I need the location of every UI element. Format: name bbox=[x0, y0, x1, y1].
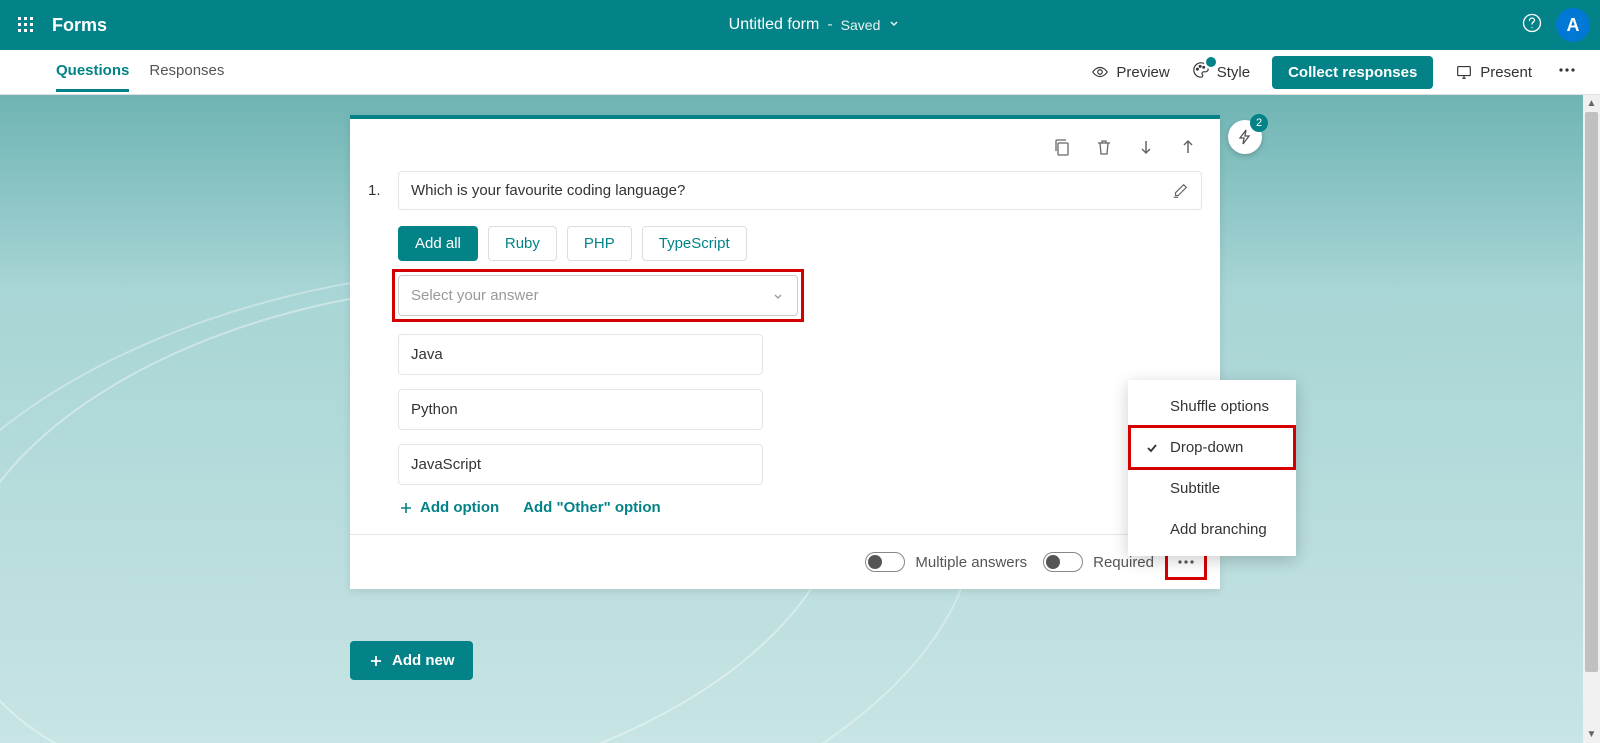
subbar-actions: Preview Style Collect responses Present bbox=[1091, 56, 1580, 89]
suggestions-count-badge: 2 bbox=[1250, 114, 1268, 132]
menu-subtitle[interactable]: Subtitle bbox=[1128, 468, 1296, 509]
add-option-row: Add option Add "Other" option bbox=[398, 499, 1202, 516]
add-other-link[interactable]: Add "Other" option bbox=[523, 499, 661, 516]
preview-action[interactable]: Preview bbox=[1091, 63, 1169, 81]
tab-questions[interactable]: Questions bbox=[56, 52, 129, 92]
context-menu: Shuffle options Drop-down Subtitle Add b… bbox=[1128, 380, 1296, 556]
multiple-answers-label: Multiple answers bbox=[915, 554, 1027, 571]
preview-label: Preview bbox=[1116, 64, 1169, 81]
question-number: 1. bbox=[368, 182, 384, 199]
eye-icon bbox=[1091, 63, 1109, 81]
suggestions-button[interactable]: 2 bbox=[1228, 120, 1262, 154]
add-all-button[interactable]: Add all bbox=[398, 226, 478, 261]
top-bar: Forms Untitled form - Saved A bbox=[0, 0, 1600, 50]
add-new-button[interactable]: Add new bbox=[350, 641, 473, 680]
scroll-thumb[interactable] bbox=[1585, 112, 1598, 672]
app-name[interactable]: Forms bbox=[52, 15, 107, 36]
answer-placeholder: Select your answer bbox=[411, 287, 539, 304]
option-input[interactable]: Python bbox=[398, 389, 763, 430]
edit-icon[interactable] bbox=[1171, 182, 1189, 204]
menu-item-label: Add branching bbox=[1170, 521, 1267, 538]
plus-icon bbox=[398, 500, 414, 516]
avatar[interactable]: A bbox=[1556, 8, 1590, 42]
style-notification-badge bbox=[1204, 55, 1218, 69]
option-input[interactable]: JavaScript bbox=[398, 444, 763, 485]
sub-tabs: Questions Responses bbox=[56, 52, 224, 92]
suggestion-pill[interactable]: TypeScript bbox=[642, 226, 747, 261]
separator: - bbox=[827, 16, 832, 34]
menu-item-label: Drop-down bbox=[1170, 439, 1243, 456]
app-launcher-icon[interactable] bbox=[10, 9, 42, 41]
copy-icon[interactable] bbox=[1052, 137, 1072, 157]
add-new-label: Add new bbox=[392, 652, 455, 669]
question-text-input[interactable]: Which is your favourite coding language? bbox=[398, 171, 1202, 210]
suggestion-pill[interactable]: Ruby bbox=[488, 226, 557, 261]
question-text: Which is your favourite coding language? bbox=[411, 182, 685, 199]
present-action[interactable]: Present bbox=[1455, 63, 1532, 81]
add-other-label: Add "Other" option bbox=[523, 499, 661, 516]
check-icon bbox=[1144, 441, 1160, 455]
menu-item-label: Subtitle bbox=[1170, 480, 1220, 497]
form-title[interactable]: Untitled form bbox=[729, 16, 820, 34]
multiple-answers-toggle[interactable]: Multiple answers bbox=[865, 552, 1027, 572]
style-label: Style bbox=[1217, 64, 1250, 81]
add-option-label: Add option bbox=[420, 499, 499, 516]
vertical-scrollbar[interactable]: ▲ ▼ bbox=[1583, 95, 1600, 743]
delete-icon[interactable] bbox=[1094, 137, 1114, 157]
move-down-icon[interactable] bbox=[1136, 137, 1156, 157]
save-status: Saved bbox=[841, 17, 881, 33]
scroll-down-icon[interactable]: ▼ bbox=[1583, 726, 1600, 743]
question-toolbar bbox=[368, 129, 1202, 171]
title-area: Untitled form - Saved bbox=[107, 16, 1522, 34]
chevron-down-icon[interactable] bbox=[888, 16, 900, 34]
menu-add-branching[interactable]: Add branching bbox=[1128, 509, 1296, 550]
scroll-up-icon[interactable]: ▲ bbox=[1583, 95, 1600, 112]
option-input[interactable]: Java bbox=[398, 334, 763, 375]
move-up-icon[interactable] bbox=[1178, 137, 1198, 157]
present-icon bbox=[1455, 63, 1473, 81]
required-label: Required bbox=[1093, 554, 1154, 571]
collect-responses-button[interactable]: Collect responses bbox=[1272, 56, 1433, 89]
question-row: 1. Which is your favourite coding langua… bbox=[368, 171, 1202, 210]
plus-icon bbox=[368, 653, 384, 669]
suggestion-pill[interactable]: PHP bbox=[567, 226, 632, 261]
present-label: Present bbox=[1480, 64, 1532, 81]
answer-dropdown[interactable]: Select your answer bbox=[398, 275, 798, 316]
question-footer: Multiple answers Required bbox=[350, 534, 1220, 589]
tab-responses[interactable]: Responses bbox=[149, 52, 224, 92]
question-card[interactable]: 1. Which is your favourite coding langua… bbox=[350, 115, 1220, 516]
more-icon[interactable] bbox=[1554, 57, 1580, 88]
style-action[interactable]: Style bbox=[1192, 61, 1250, 83]
chevron-down-icon bbox=[771, 289, 785, 303]
sub-toolbar: Questions Responses Preview Style Collec… bbox=[0, 50, 1600, 95]
help-icon[interactable] bbox=[1522, 13, 1542, 38]
suggestion-row: Add all Ruby PHP TypeScript bbox=[398, 226, 1202, 261]
menu-item-label: Shuffle options bbox=[1170, 398, 1269, 415]
menu-dropdown[interactable]: Drop-down bbox=[1128, 427, 1296, 468]
topbar-right: A bbox=[1522, 8, 1590, 42]
form-card: 1. Which is your favourite coding langua… bbox=[350, 115, 1220, 589]
add-option-link[interactable]: Add option bbox=[398, 499, 499, 516]
lightning-icon bbox=[1237, 129, 1253, 145]
menu-shuffle-options[interactable]: Shuffle options bbox=[1128, 386, 1296, 427]
